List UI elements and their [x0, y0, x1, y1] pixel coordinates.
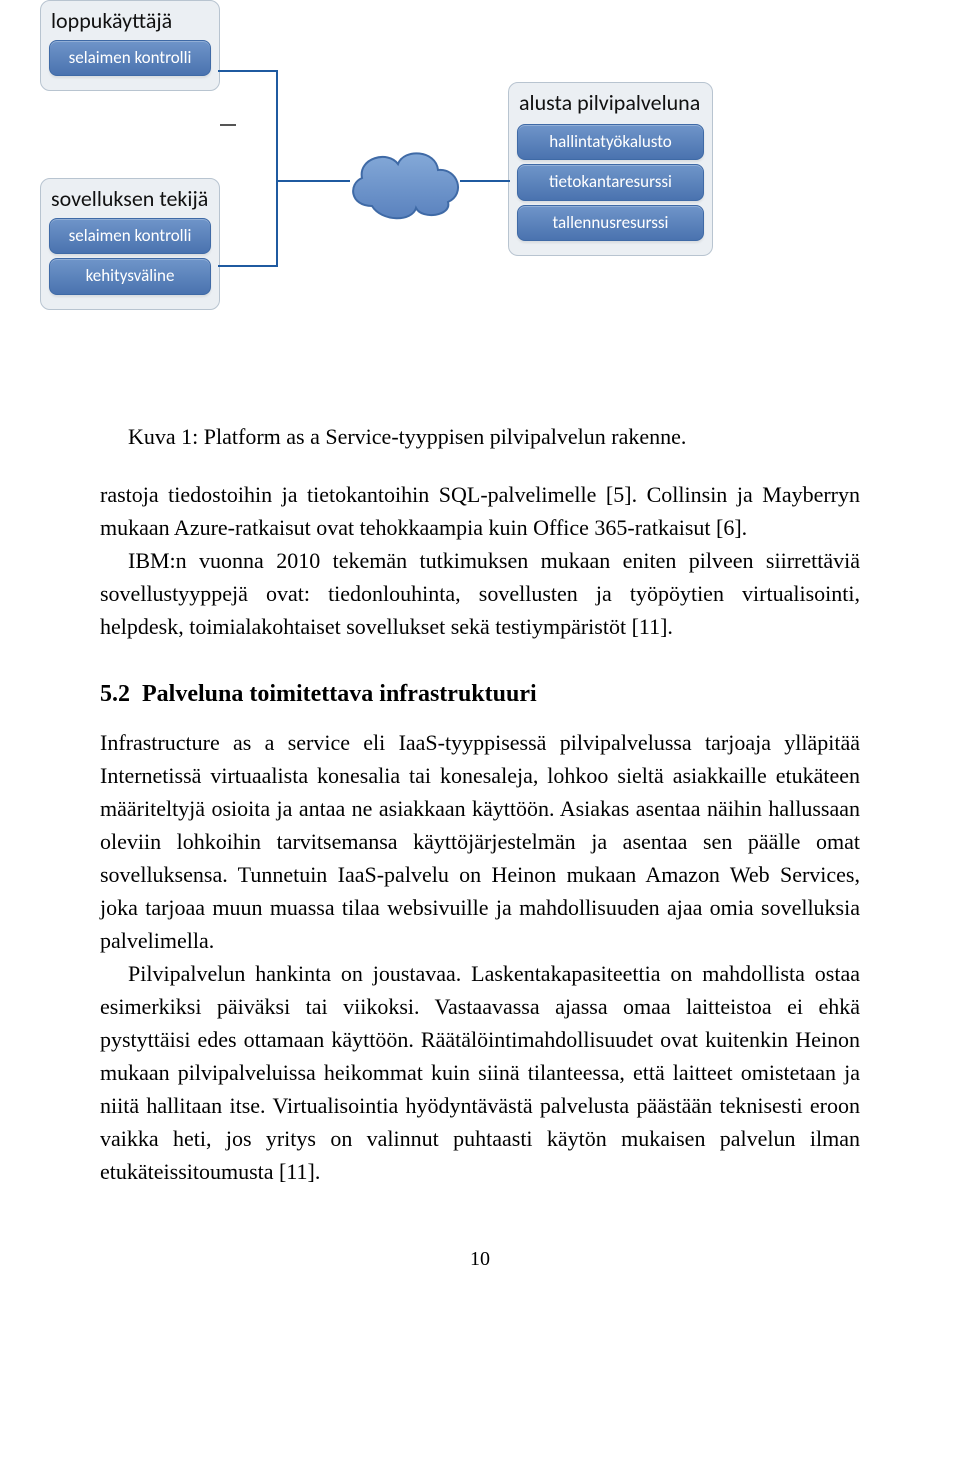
group-end-user: loppukäyttäjä selaimen kontrolli — [40, 0, 220, 91]
section-title: Palveluna toimitettava infrastruktuuri — [142, 681, 537, 707]
chip-browser-control: selaimen kontrolli — [49, 40, 211, 76]
body-text: Infrastructure as a service eli IaaS-tyy… — [100, 726, 860, 1188]
paragraph: Infrastructure as a service eli IaaS-tyy… — [100, 726, 860, 957]
chip-browser-control: selaimen kontrolli — [49, 218, 211, 254]
connector-stub — [220, 124, 236, 126]
figure-caption: Kuva 1: Platform as a Service-tyyppisen … — [100, 424, 860, 450]
page-number: 10 — [100, 1248, 860, 1271]
connector — [276, 180, 350, 182]
chip-management-tools: hallintatyökalusto — [517, 124, 704, 160]
body-text: rastoja tiedostoihin ja tietokantoihin S… — [100, 478, 860, 643]
architecture-diagram: loppukäyttäjä selaimen kontrolli sovellu… — [40, 0, 760, 390]
connector — [218, 70, 278, 72]
paragraph: Pilvipalvelun hankinta on joustavaa. Las… — [100, 957, 860, 1188]
chip-dev-tool: kehitysväline — [49, 258, 211, 294]
connector — [276, 70, 278, 267]
group-platform-cloud: alusta pilvipalveluna hallintatyökalusto… — [508, 82, 713, 256]
connector — [218, 265, 278, 267]
group-title: loppukäyttäjä — [51, 7, 211, 34]
group-app-developer: sovelluksen tekijä selaimen kontrolli ke… — [40, 178, 220, 310]
section-number: 5.2 — [100, 681, 130, 707]
group-title: sovelluksen tekijä — [51, 185, 211, 212]
section-heading: 5.2 Palveluna toimitettava infrastruktuu… — [100, 681, 860, 708]
chip-storage-resource: tallennusresurssi — [517, 205, 704, 241]
paragraph: IBM:n vuonna 2010 tekemän tutkimuksen mu… — [100, 544, 860, 643]
cloud-icon — [340, 140, 470, 225]
paragraph: rastoja tiedostoihin ja tietokantoihin S… — [100, 478, 860, 544]
group-title: alusta pilvipalveluna — [519, 89, 704, 116]
chip-database-resource: tietokantaresurssi — [517, 164, 704, 200]
